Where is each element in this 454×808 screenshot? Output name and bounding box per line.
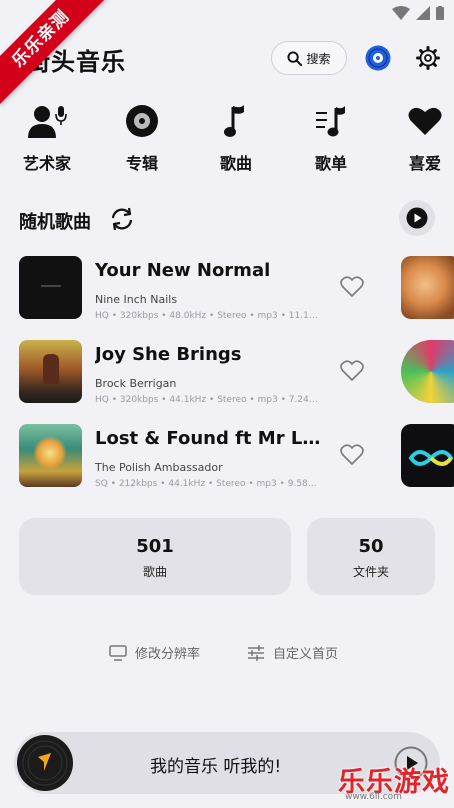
folders-count-label: 文件夹	[352, 565, 389, 579]
category-label: 喜爱	[408, 154, 441, 173]
song-meta: HQ • 320kbps • 44.1kHz • Stereo • mp3 • …	[95, 395, 323, 405]
tune-icon	[248, 644, 264, 661]
songs-count-label: 歌曲	[142, 565, 167, 579]
category-favorites[interactable]: 喜爱	[390, 102, 454, 174]
song-meta: HQ • 320kbps • 48.0kHz • Stereo • mp3 • …	[95, 311, 323, 321]
folders-count-card[interactable]: 50 文件夹	[307, 518, 435, 595]
album-icon	[126, 105, 158, 137]
status-bar-icons	[392, 6, 444, 20]
category-label: 歌单	[314, 154, 347, 173]
vinyl-icon	[18, 736, 72, 790]
song-title: Joy She Brings	[95, 344, 242, 365]
song-row[interactable]: Your New Normal Nine Inch Nails HQ • 320…	[0, 256, 454, 326]
side-album-cover[interactable]	[401, 340, 454, 403]
player-disc-icon[interactable]	[17, 735, 73, 791]
category-songs[interactable]: 歌曲	[201, 102, 271, 174]
songs-count: 501	[136, 536, 174, 557]
now-playing-disc-icon[interactable]	[365, 45, 391, 71]
music-note-icon	[224, 105, 244, 137]
song-artist: Nine Inch Nails	[95, 293, 178, 306]
song-row[interactable]: Lost & Found ft Mr Lif &... The Polish A…	[0, 424, 454, 494]
customize-home-link[interactable]: 自定义首页	[247, 643, 338, 662]
song-row[interactable]: Joy She Brings Brock Berrigan HQ • 320kb…	[0, 340, 454, 410]
favorite-heart-icon[interactable]	[340, 360, 364, 382]
random-songs-title: 随机歌曲	[19, 212, 91, 233]
heart-icon	[408, 107, 442, 135]
change-resolution-label: 修改分辨率	[135, 647, 201, 662]
song-meta: SQ • 212kbps • 44.1kHz • Stereo • mp3 • …	[95, 479, 323, 489]
watermark-url: www.6ll.com	[345, 792, 402, 802]
settings-gear-icon[interactable]	[416, 46, 440, 70]
song-title: Lost & Found ft Mr Lif &...	[95, 428, 325, 449]
album-cover	[19, 256, 82, 319]
search-label: 搜索	[306, 51, 331, 66]
side-album-cover[interactable]	[401, 256, 454, 319]
monitor-icon	[109, 644, 127, 661]
change-resolution-link[interactable]: 修改分辨率	[109, 643, 200, 662]
artist-icon	[28, 106, 67, 138]
category-label: 专辑	[125, 154, 158, 173]
customize-home-label: 自定义首页	[273, 647, 339, 662]
play-circle-icon	[406, 207, 428, 229]
battery-icon	[436, 6, 444, 20]
album-cover	[19, 424, 82, 487]
song-artist: Brock Berrigan	[95, 377, 177, 390]
songs-count-card[interactable]: 501 歌曲	[19, 518, 291, 595]
infinity-logo-icon	[408, 450, 454, 466]
playlist-icon	[316, 106, 345, 137]
signal-icon	[416, 6, 430, 20]
favorite-heart-icon[interactable]	[340, 444, 364, 466]
category-label: 艺术家	[22, 154, 71, 173]
category-label: 歌曲	[219, 154, 252, 173]
player-slogan: 我的音乐 听我的!	[150, 757, 282, 777]
play-all-button[interactable]	[399, 200, 435, 236]
song-title: Your New Normal	[95, 260, 271, 281]
folders-count: 50	[358, 536, 384, 557]
album-cover	[19, 340, 82, 403]
song-artist: The Polish Ambassador	[95, 461, 223, 474]
refresh-shuffle-icon[interactable]	[109, 206, 135, 232]
category-artist[interactable]: 艺术家	[12, 102, 82, 174]
side-album-cover[interactable]	[401, 424, 454, 487]
category-playlist[interactable]: 歌单	[296, 102, 366, 174]
search-button[interactable]: 搜索	[271, 41, 347, 75]
favorite-heart-icon[interactable]	[340, 276, 364, 298]
category-album[interactable]: 专辑	[107, 102, 177, 174]
search-icon	[287, 50, 303, 66]
wifi-icon	[392, 6, 410, 20]
